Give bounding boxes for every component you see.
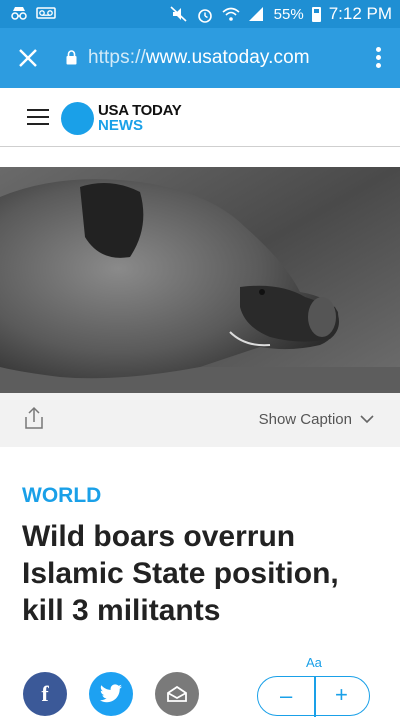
incognito-icon [10, 5, 28, 21]
show-caption-label: Show Caption [258, 411, 352, 428]
font-control-divider [314, 677, 316, 717]
twitter-share-button[interactable] [89, 672, 133, 716]
font-increase-button[interactable]: + [335, 682, 348, 708]
email-share-button[interactable] [155, 672, 199, 716]
facebook-share-button[interactable]: f [23, 672, 67, 716]
battery-icon [311, 6, 321, 22]
show-caption-button[interactable]: Show Caption [259, 411, 374, 428]
voicemail-icon [36, 5, 56, 21]
font-size-label: Aa [306, 655, 322, 670]
caption-bar: Show Caption [0, 393, 400, 447]
font-size-control: – + [257, 676, 370, 717]
url-host: www.usatoday.com [145, 47, 310, 68]
section-label[interactable]: WORLD [22, 484, 101, 508]
facebook-icon: f [41, 681, 49, 706]
close-icon[interactable] [14, 44, 42, 72]
url-bar[interactable]: https://www.usatoday.com [88, 47, 310, 69]
wifi-icon [222, 6, 240, 22]
article-headline: Wild boars overrun Islamic State positio… [22, 520, 339, 627]
more-vert-icon[interactable] [376, 47, 382, 71]
lock-icon [66, 50, 77, 65]
clock: 7:12 PM [328, 4, 392, 23]
status-bar: 55% 7:12 PM [0, 0, 400, 28]
browser-toolbar: https://www.usatoday.com [0, 28, 400, 88]
article-hero-image[interactable] [0, 167, 400, 393]
logo-line2: NEWS [98, 117, 143, 134]
mail-icon [167, 685, 187, 702]
usa-today-logo[interactable]: USA TODAY NEWS [98, 102, 182, 134]
usa-today-logo-dot[interactable] [61, 102, 94, 135]
site-header: USA TODAY NEWS [0, 88, 400, 147]
battery-percent: 55% [273, 5, 304, 23]
twitter-bird-icon [100, 684, 122, 703]
font-decrease-button[interactable]: – [280, 683, 292, 709]
alarm-icon [196, 6, 214, 23]
url-protocol: https:// [88, 47, 146, 68]
mute-vibrate-icon [170, 6, 188, 22]
chevron-down-icon [360, 415, 374, 424]
share-icon[interactable] [22, 405, 46, 429]
logo-line1: USA TODAY [98, 102, 182, 119]
signal-icon [248, 6, 266, 22]
hamburger-icon[interactable] [27, 109, 49, 127]
